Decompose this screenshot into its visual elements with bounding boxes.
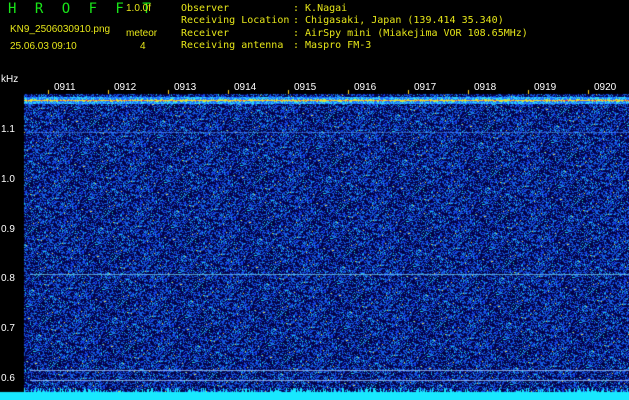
spectrogram-canvas[interactable] — [0, 80, 629, 400]
info-row-observer: Observer : K.Nagai — [181, 3, 528, 15]
info-key: Receiving Location — [181, 15, 290, 27]
y-axis-unit: kHz — [1, 74, 19, 85]
info-key: Observer — [181, 3, 230, 14]
header-panel: H R O F F T 1.0.0f KN9_2506030910.png me… — [0, 0, 629, 80]
y-tick-label: 1.1 — [1, 124, 15, 135]
x-tick-label: 0911 — [54, 82, 76, 93]
info-value: : Maspro FM-3 — [293, 40, 372, 52]
x-tick-label: 0919 — [534, 82, 557, 93]
meteor-count: 4 — [140, 41, 146, 52]
info-row-location: Receiving Location : Chigasaki, Japan (1… — [181, 15, 528, 27]
file-name: KN9_2506030910.png — [10, 24, 111, 35]
date-time: 25.06.03 09:10 — [10, 41, 77, 52]
x-tick-label: 0914 — [234, 82, 257, 93]
y-tick-label: 0.9 — [1, 224, 15, 235]
info-row-antenna: Receiving antenna : Maspro FM-3 — [181, 40, 528, 52]
info-key: Receiving antenna — [181, 40, 284, 52]
x-tick-label: 0917 — [414, 82, 437, 93]
x-tick-label: 0918 — [474, 82, 497, 93]
info-value: : K.Nagai — [293, 3, 348, 14]
app-version: 1.0.0f — [126, 3, 152, 14]
y-tick-label: 1.0 — [1, 174, 15, 185]
info-value: : AirSpy mini (Miakejima VOR 108.65MHz) — [293, 27, 528, 39]
info-value: : Chigasaki, Japan (139.414 35.340) — [293, 15, 504, 27]
meteor-label: meteor — [126, 28, 158, 39]
info-row-receiver: Receiver : AirSpy mini (Miakejima VOR 10… — [181, 28, 528, 40]
x-tick-label: 0913 — [174, 82, 197, 93]
y-tick-label: 0.6 — [1, 373, 15, 384]
x-tick-label: 0920 — [594, 82, 617, 93]
info-key: Receiver — [181, 27, 230, 39]
y-tick-label: 0.7 — [1, 323, 15, 334]
y-tick-label: 0.8 — [1, 273, 15, 284]
x-tick-label: 0916 — [354, 82, 377, 93]
observation-info: Observer : K.Nagai Receiving Location : … — [181, 3, 528, 53]
x-tick-label: 0915 — [294, 82, 317, 93]
x-tick-label: 0912 — [114, 82, 137, 93]
